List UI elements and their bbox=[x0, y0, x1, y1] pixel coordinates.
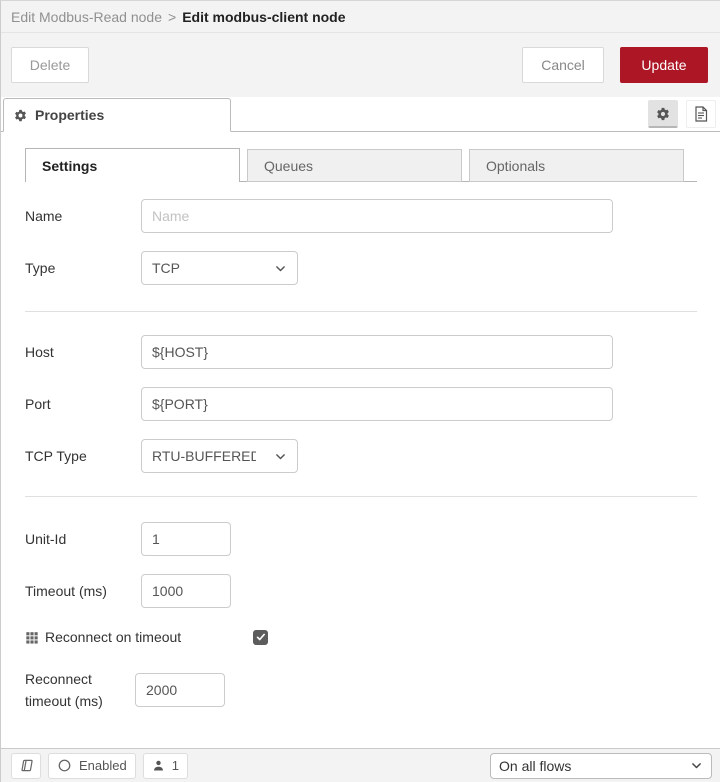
settings-form: Name Type TCP Host Port TCP Type RTU-BU bbox=[1, 182, 720, 748]
tab-settings[interactable]: Settings bbox=[25, 148, 240, 182]
update-button[interactable]: Update bbox=[620, 47, 708, 83]
tab-properties-label: Properties bbox=[35, 107, 105, 123]
name-row: Name bbox=[25, 199, 697, 233]
scope-select[interactable]: On all flows bbox=[490, 752, 712, 779]
instance-count: 1 bbox=[171, 758, 179, 773]
gear-icon bbox=[656, 107, 670, 121]
timeout-input[interactable] bbox=[141, 574, 231, 608]
name-input[interactable] bbox=[141, 199, 613, 233]
tab-settings-label: Settings bbox=[42, 157, 98, 174]
reconnect-on-timeout-text: Reconnect on timeout bbox=[45, 629, 182, 645]
timeout-row: Timeout (ms) bbox=[25, 574, 697, 608]
reconnect-on-timeout-checkbox[interactable] bbox=[253, 629, 268, 645]
reconnect-timeout-row: Reconnect timeout (ms) bbox=[25, 668, 697, 712]
person-icon bbox=[152, 759, 165, 772]
tcp-type-row: TCP Type RTU-BUFFERED bbox=[25, 439, 697, 473]
divider bbox=[25, 311, 697, 312]
tab-queues-label: Queues bbox=[264, 157, 314, 174]
reconnect-timeout-input[interactable] bbox=[135, 673, 225, 707]
node-description-button[interactable] bbox=[686, 100, 716, 128]
type-select-value: TCP bbox=[152, 260, 180, 276]
instance-count-button[interactable]: 1 bbox=[142, 752, 188, 779]
tab-optionals-label: Optionals bbox=[486, 157, 546, 174]
breadcrumb-parent-link[interactable]: Edit Modbus-Read node bbox=[11, 9, 162, 25]
node-settings-button[interactable] bbox=[648, 100, 678, 128]
port-label: Port bbox=[25, 396, 51, 412]
circle-outline-icon bbox=[57, 758, 72, 773]
reconnect-on-timeout-label: Reconnect on timeout bbox=[25, 629, 253, 645]
tab-optionals[interactable]: Optionals bbox=[469, 149, 684, 182]
port-row: Port bbox=[25, 387, 697, 421]
reconnect-timeout-label: Reconnect timeout (ms) bbox=[25, 671, 103, 709]
chevron-down-icon bbox=[690, 759, 703, 772]
footer-bar: Enabled 1 On all flows bbox=[1, 748, 720, 782]
breadcrumb-separator: > bbox=[168, 8, 177, 25]
enabled-label: Enabled bbox=[79, 758, 127, 773]
page-title: Edit modbus-client node bbox=[182, 8, 346, 25]
host-label: Host bbox=[25, 344, 54, 360]
enabled-toggle-button[interactable]: Enabled bbox=[48, 752, 136, 779]
chevron-down-icon bbox=[274, 262, 287, 275]
delete-button[interactable]: Delete bbox=[11, 47, 89, 83]
settings-tab-bar: Settings Queues Optionals bbox=[1, 132, 720, 182]
tray-toolbar bbox=[648, 100, 716, 128]
unit-id-label: Unit-Id bbox=[25, 531, 67, 547]
book-icon bbox=[19, 758, 34, 773]
unit-id-row: Unit-Id bbox=[25, 522, 697, 556]
type-row: Type TCP bbox=[25, 251, 697, 285]
edit-node-dialog: Edit Modbus-Read node > Edit modbus-clie… bbox=[0, 0, 720, 782]
tcp-type-label: TCP Type bbox=[25, 448, 87, 464]
host-input[interactable] bbox=[141, 335, 613, 369]
show-docs-button[interactable] bbox=[11, 752, 41, 779]
chevron-down-icon bbox=[274, 450, 287, 463]
tab-properties[interactable]: Properties bbox=[3, 98, 231, 132]
breadcrumb: Edit Modbus-Read node > Edit modbus-clie… bbox=[1, 1, 720, 33]
grid-icon bbox=[25, 630, 39, 644]
host-row: Host bbox=[25, 335, 697, 369]
action-bar: Delete Cancel Update bbox=[1, 33, 720, 97]
scope-select-value: On all flows bbox=[499, 757, 572, 774]
name-label: Name bbox=[25, 208, 63, 224]
reconnect-on-timeout-row: Reconnect on timeout bbox=[25, 627, 697, 647]
document-icon bbox=[694, 106, 708, 122]
port-input[interactable] bbox=[141, 387, 613, 421]
unit-id-input[interactable] bbox=[141, 522, 231, 556]
type-label: Type bbox=[25, 260, 56, 276]
cancel-button[interactable]: Cancel bbox=[522, 47, 604, 83]
tray-tab-bar: Properties bbox=[1, 97, 720, 132]
divider bbox=[25, 496, 697, 497]
timeout-label: Timeout (ms) bbox=[25, 583, 107, 599]
gear-icon bbox=[14, 109, 27, 122]
tab-queues[interactable]: Queues bbox=[247, 149, 462, 182]
tcp-type-select[interactable]: RTU-BUFFERED bbox=[141, 439, 298, 473]
type-select[interactable]: TCP bbox=[141, 251, 298, 285]
tcp-type-select-value: RTU-BUFFERED bbox=[152, 448, 256, 464]
